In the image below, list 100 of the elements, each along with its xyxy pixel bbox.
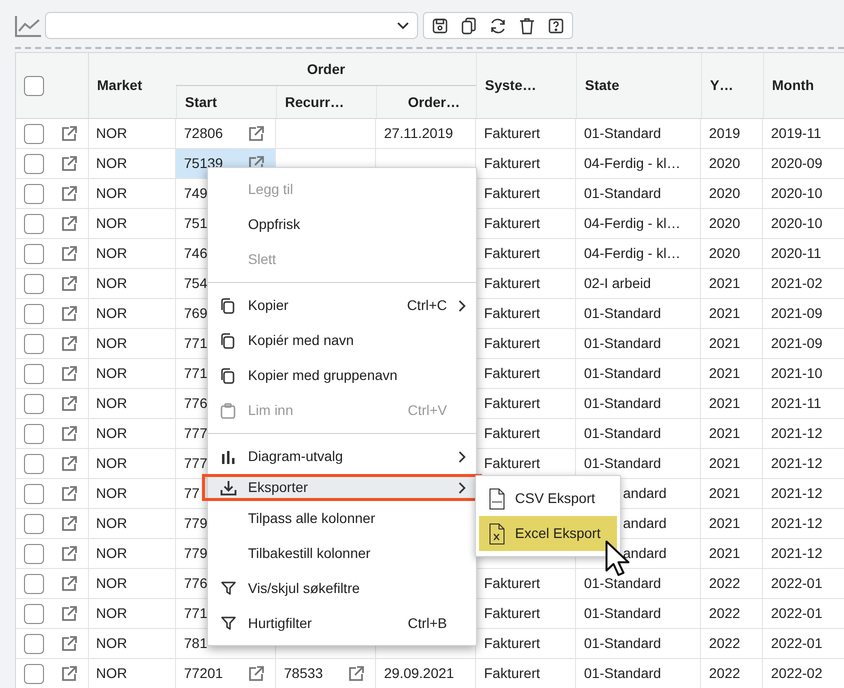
menu-item[interactable]: Eksporter: [208, 477, 476, 498]
spreadsheet-file-icon: [489, 522, 505, 544]
system-cell-text: Fakturert: [484, 244, 540, 263]
external-link-icon[interactable]: [60, 334, 78, 352]
external-link-icon[interactable]: [60, 604, 78, 622]
external-link-icon[interactable]: [60, 214, 78, 232]
external-link-icon[interactable]: [60, 484, 78, 502]
menu-item[interactable]: Kopiér med navn: [208, 323, 476, 358]
column-header[interactable]: State: [585, 75, 620, 96]
external-link-icon[interactable]: [60, 394, 78, 412]
month-cell-text: 2020-11: [771, 244, 822, 263]
row-checkbox[interactable]: [24, 634, 44, 654]
external-link-icon[interactable]: [247, 124, 265, 142]
line-chart-icon[interactable]: [14, 14, 42, 38]
row-checkbox[interactable]: [24, 664, 44, 684]
row-checkbox[interactable]: [24, 604, 44, 624]
recurring-cell-text: 78533: [284, 664, 323, 683]
external-link-icon[interactable]: [60, 574, 78, 592]
row-checkbox[interactable]: [24, 304, 44, 324]
chevron-right-icon: [458, 450, 466, 462]
menu-item[interactable]: Tilpass alle kolonner: [208, 501, 476, 536]
external-link-icon[interactable]: [347, 664, 365, 682]
market-cell-text: NOR: [96, 124, 128, 143]
copy-icon[interactable]: [460, 16, 477, 34]
row-checkbox[interactable]: [24, 424, 44, 444]
external-link-icon[interactable]: [60, 184, 78, 202]
help-icon[interactable]: [548, 18, 564, 34]
menu-item[interactable]: Hurtigfilter Ctrl+B: [208, 606, 476, 641]
start-cell-text: 77201: [184, 664, 223, 683]
column-header[interactable]: Start: [185, 92, 217, 112]
column-header[interactable]: Y…: [710, 75, 734, 96]
column-header[interactable]: Syste…: [485, 75, 536, 96]
column-header[interactable]: Market: [97, 75, 142, 96]
external-link-icon[interactable]: [60, 454, 78, 472]
system-cell-text: Fakturert: [484, 274, 540, 293]
month-cell-text: 2020-10: [771, 214, 822, 233]
menu-item[interactable]: Diagram-utvalg: [208, 439, 476, 474]
row-checkbox[interactable]: [24, 574, 44, 594]
state-cell-text: 01-Standard: [584, 184, 662, 203]
row-checkbox[interactable]: [24, 454, 44, 474]
filter-icon: [220, 616, 236, 631]
shortcut-label: Ctrl+V: [408, 401, 447, 420]
row-checkbox[interactable]: [24, 184, 44, 204]
row-checkbox[interactable]: [24, 274, 44, 294]
external-link-icon[interactable]: [247, 664, 265, 682]
menu-item[interactable]: Oppfrisk: [208, 207, 476, 242]
month-cell-text: 2021-12: [771, 454, 822, 473]
start-cell-text: 746: [184, 244, 208, 263]
external-link-icon[interactable]: [60, 664, 78, 682]
row-checkbox[interactable]: [24, 124, 44, 144]
external-link-icon[interactable]: [60, 274, 78, 292]
row-checkbox[interactable]: [24, 364, 44, 384]
order-date-cell-text: 29.09.2021: [384, 664, 454, 683]
start-cell-text: 777: [184, 454, 208, 473]
column-group-header: Order: [306, 60, 346, 78]
csv-file-icon: [489, 488, 505, 510]
submenu-item[interactable]: CSV Eksport: [479, 481, 617, 516]
system-cell-text: Fakturert: [484, 364, 540, 383]
start-cell-text: 776: [184, 574, 208, 593]
menu-item[interactable]: Tilbakestill kolonner: [208, 536, 476, 571]
select-all-checkbox[interactable]: [24, 76, 44, 96]
external-link-icon[interactable]: [60, 304, 78, 322]
external-link-icon[interactable]: [60, 364, 78, 382]
row-checkbox[interactable]: [24, 394, 44, 414]
market-cell-text: NOR: [96, 334, 128, 353]
delete-icon[interactable]: [519, 16, 536, 34]
menu-item[interactable]: Kopier Ctrl+C: [208, 288, 476, 323]
system-cell-text: Fakturert: [484, 154, 540, 173]
copy-icon: [221, 332, 235, 348]
external-link-icon[interactable]: [60, 634, 78, 652]
row-checkbox[interactable]: [24, 484, 44, 504]
row-checkbox[interactable]: [24, 514, 44, 534]
row-checkbox[interactable]: [24, 214, 44, 234]
column-header[interactable]: Order…: [408, 92, 460, 112]
refresh-icon[interactable]: [488, 18, 507, 34]
start-cell-text: 754: [184, 274, 208, 293]
system-cell-text: Fakturert: [484, 184, 540, 203]
row-checkbox[interactable]: [24, 544, 44, 564]
row-checkbox[interactable]: [24, 154, 44, 174]
external-link-icon[interactable]: [60, 244, 78, 262]
row-checkbox[interactable]: [24, 334, 44, 354]
submenu-item[interactable]: Excel Eksport: [479, 516, 617, 551]
state-cell-text: 01-Standard: [584, 424, 662, 443]
external-link-icon[interactable]: [60, 124, 78, 142]
column-header[interactable]: Recurr…: [285, 92, 344, 112]
month-cell-text: 2021-09: [771, 334, 822, 353]
column-header[interactable]: Month: [772, 75, 814, 96]
clipboard-icon: [220, 402, 236, 418]
external-link-icon[interactable]: [60, 544, 78, 562]
start-cell-text: 72806: [184, 124, 223, 143]
external-link-icon[interactable]: [60, 424, 78, 442]
state-cell-text: 01-Standard: [584, 334, 662, 353]
menu-item[interactable]: Kopier med gruppenavn: [208, 358, 476, 393]
menu-item[interactable]: Vis/skjul søkefiltre: [208, 571, 476, 606]
external-link-icon[interactable]: [60, 514, 78, 532]
row-checkbox[interactable]: [24, 244, 44, 264]
state-cell-text: 04-Ferdig - kl…: [584, 214, 680, 233]
external-link-icon[interactable]: [60, 154, 78, 172]
month-cell-text: 2022-02: [771, 664, 822, 683]
save-icon[interactable]: [432, 18, 448, 34]
